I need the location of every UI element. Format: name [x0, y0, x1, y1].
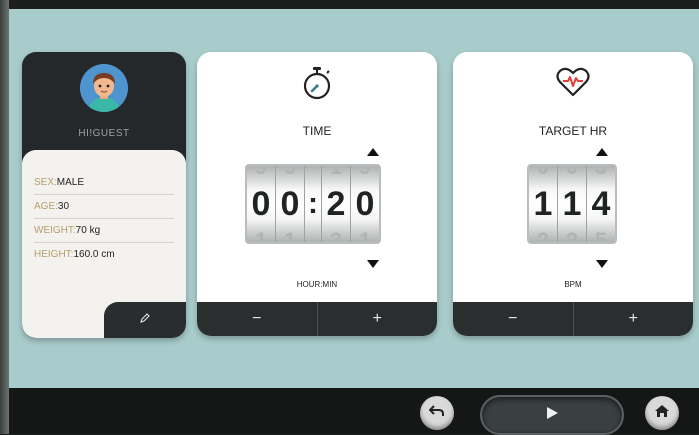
hr-digit-1-value: 1 — [533, 185, 553, 223]
hr-digit-3: 3 4 5 — [587, 166, 615, 242]
time-digit-3-prev: 1 — [329, 166, 343, 179]
time-digit-1-next: 1 — [254, 228, 268, 242]
hr-digit-3-next: 5 — [594, 228, 608, 242]
age-row: AGE:30 — [34, 196, 174, 219]
avatar[interactable] — [80, 64, 128, 112]
hr-unit-label: BPM — [564, 280, 582, 289]
time-unit-label: HOUR:MIN — [296, 280, 338, 289]
sex-label: SEX: — [34, 177, 57, 188]
pencil-icon — [139, 311, 151, 329]
time-adjust-bar: − + — [197, 302, 437, 336]
weight-label: WEIGHT: — [34, 225, 76, 236]
time-drum-display: 9 0 1 9 0 1 : 1 2 3 9 0 1 — [245, 164, 381, 244]
home-icon — [654, 404, 670, 423]
time-digit-3-next: 3 — [329, 228, 343, 242]
greeting-text: HI!GUEST — [78, 128, 130, 139]
hr-plus-button[interactable]: + — [574, 302, 694, 336]
hr-adjust-bar: − + — [453, 302, 693, 336]
stopwatch-icon — [197, 66, 437, 100]
weight-row: WEIGHT:70 kg — [34, 220, 174, 243]
hr-digit-2-value: 1 — [562, 185, 582, 223]
height-value: 160.0 cm — [73, 249, 115, 260]
age-label: AGE: — [34, 201, 58, 212]
time-digit-1-prev: 9 — [254, 166, 268, 179]
time-digit-3: 1 2 3 — [322, 166, 351, 242]
sex-value: MALE — [56, 177, 85, 188]
hr-digit-1-prev: 0 — [536, 166, 550, 179]
edit-profile-button[interactable] — [104, 302, 186, 338]
hr-digit-3-prev: 3 — [594, 166, 608, 179]
play-icon — [545, 406, 559, 425]
home-button[interactable] — [645, 396, 679, 430]
target-hr-title: TARGET HR — [538, 124, 608, 138]
profile-card: HI!GUEST SEX:MALE AGE:30 WEIGHT:70 kg HE… — [22, 52, 186, 338]
back-button[interactable] — [420, 396, 454, 430]
time-digit-4-value: 0 — [355, 185, 375, 223]
bezel-edge — [0, 0, 9, 434]
start-button[interactable] — [480, 395, 624, 435]
time-digit-2-value: 0 — [280, 185, 300, 223]
time-digit-2: 9 0 1 — [276, 166, 305, 242]
time-plus-button[interactable]: + — [318, 302, 438, 336]
heart-rate-icon — [453, 66, 693, 100]
time-decrease-arrow[interactable] — [367, 260, 379, 268]
time-digit-1: 9 0 1 — [247, 166, 276, 242]
hr-digit-1-next: 2 — [536, 228, 550, 242]
time-title: TIME — [302, 124, 332, 138]
hr-digit-2-prev: 0 — [565, 166, 579, 179]
target-hr-card: TARGET HR 0 1 2 0 1 2 3 4 5 BPM − + — [453, 52, 693, 336]
time-digit-4: 9 0 1 — [351, 166, 379, 242]
time-minus-button[interactable]: − — [197, 302, 318, 336]
height-row: HEIGHT:160.0 cm — [34, 244, 174, 266]
sex-row: SEX:MALE — [34, 172, 174, 195]
time-digit-1-value: 0 — [251, 185, 271, 223]
height-label: HEIGHT: — [34, 249, 74, 260]
time-digit-3-value: 2 — [326, 185, 346, 223]
time-digit-4-next: 1 — [358, 228, 372, 242]
hr-digit-3-value: 4 — [591, 185, 611, 223]
time-digit-2-next: 1 — [283, 228, 297, 242]
time-digit-4-prev: 9 — [358, 166, 372, 179]
age-value: 30 — [57, 201, 70, 212]
hr-drum-display: 0 1 2 0 1 2 3 4 5 — [527, 164, 617, 244]
hr-digit-2-next: 2 — [565, 228, 579, 242]
time-card: TIME 9 0 1 9 0 1 : 1 2 3 9 0 1 HOUR:MIN … — [197, 52, 437, 336]
time-digit-2-prev: 9 — [283, 166, 297, 179]
back-arrow-icon — [428, 404, 445, 423]
hr-decrease-arrow[interactable] — [596, 260, 608, 268]
time-colon: : — [308, 187, 318, 220]
weight-value: 70 kg — [75, 225, 101, 236]
time-increase-arrow[interactable] — [367, 148, 379, 156]
hr-digit-1: 0 1 2 — [529, 166, 558, 242]
hr-increase-arrow[interactable] — [596, 148, 608, 156]
hr-minus-button[interactable]: − — [453, 302, 574, 336]
time-separator: : — [305, 166, 322, 242]
hr-digit-2: 0 1 2 — [558, 166, 587, 242]
